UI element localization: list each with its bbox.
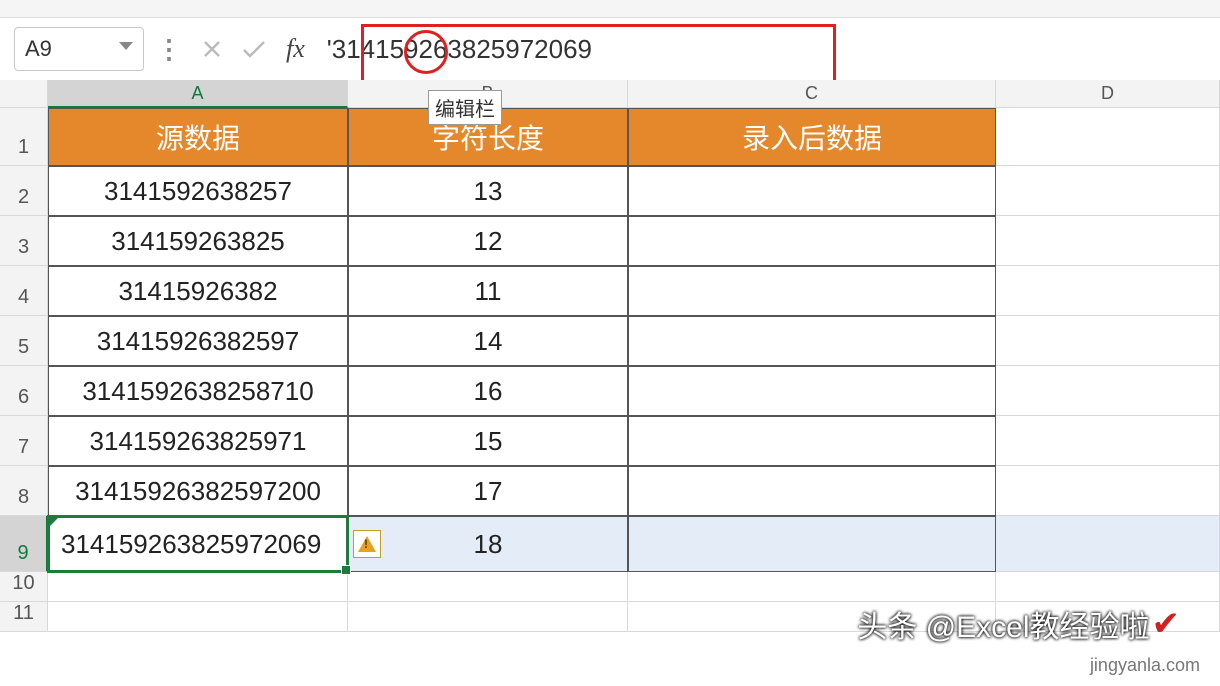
cell-value: 314159263825972069 bbox=[61, 529, 321, 560]
cell[interactable]: 16 bbox=[348, 366, 628, 416]
cell[interactable] bbox=[996, 366, 1220, 416]
cell[interactable]: 11 bbox=[348, 266, 628, 316]
col-header-c[interactable]: C bbox=[628, 80, 996, 108]
cell[interactable] bbox=[48, 572, 348, 602]
cell[interactable]: 314159263825 bbox=[48, 216, 348, 266]
cell[interactable] bbox=[348, 572, 628, 602]
cell[interactable]: 17 bbox=[348, 466, 628, 516]
cell[interactable]: 3141592638258710 bbox=[48, 366, 348, 416]
cell[interactable] bbox=[628, 416, 996, 466]
cell[interactable] bbox=[996, 516, 1220, 572]
column-headers: A B C D bbox=[0, 80, 1220, 108]
cell[interactable]: 3141592638257 bbox=[48, 166, 348, 216]
cell[interactable] bbox=[996, 108, 1220, 166]
header-cell-a[interactable]: 源数据 bbox=[48, 108, 348, 166]
cell[interactable] bbox=[628, 466, 996, 516]
cell[interactable] bbox=[628, 216, 996, 266]
cell[interactable]: 13 bbox=[348, 166, 628, 216]
cell[interactable]: 15 bbox=[348, 416, 628, 466]
row-header[interactable]: 4 bbox=[0, 266, 48, 316]
name-box[interactable]: A9 bbox=[14, 27, 144, 71]
select-all-corner[interactable] bbox=[0, 80, 48, 108]
fx-icon[interactable]: fx bbox=[278, 34, 313, 64]
row-header[interactable]: 9 bbox=[0, 516, 48, 572]
warning-icon[interactable] bbox=[353, 530, 381, 558]
cell[interactable] bbox=[628, 166, 996, 216]
table-row: 1 源数据 字符长度 录入后数据 bbox=[0, 108, 1220, 166]
cancel-icon[interactable] bbox=[194, 31, 230, 67]
cell[interactable] bbox=[628, 266, 996, 316]
cell[interactable] bbox=[996, 316, 1220, 366]
cell[interactable] bbox=[996, 416, 1220, 466]
cell[interactable]: 31415926382 bbox=[48, 266, 348, 316]
table-row: 10 bbox=[0, 572, 1220, 602]
cell[interactable]: 18 bbox=[348, 516, 628, 572]
ribbon-stub bbox=[0, 0, 1220, 18]
header-cell-c[interactable]: 录入后数据 bbox=[628, 108, 996, 166]
formula-input[interactable]: '314159263825972069 bbox=[319, 30, 1206, 69]
cell[interactable] bbox=[996, 266, 1220, 316]
watermark-url: jingyanla.com bbox=[1090, 655, 1200, 676]
row-header[interactable]: 11 bbox=[0, 602, 48, 632]
cell[interactable]: 31415926382597200 bbox=[48, 466, 348, 516]
selected-cell[interactable]: 314159263825972069 bbox=[48, 516, 348, 572]
row-header[interactable]: 8 bbox=[0, 466, 48, 516]
watermark-text: 头条 @Excel教经验啦✔ bbox=[857, 602, 1180, 646]
cell[interactable] bbox=[996, 572, 1220, 602]
col-header-a[interactable]: A bbox=[48, 80, 348, 108]
cell[interactable] bbox=[996, 466, 1220, 516]
table-row: 9 314159263825972069 18 bbox=[0, 516, 1220, 572]
row-header[interactable]: 6 bbox=[0, 366, 48, 416]
tooltip: 编辑栏 bbox=[428, 90, 502, 125]
spreadsheet-grid[interactable]: A B C D 1 源数据 字符长度 录入后数据 2 3141592638257… bbox=[0, 80, 1220, 632]
table-row: 4 31415926382 11 bbox=[0, 266, 1220, 316]
row-header[interactable]: 3 bbox=[0, 216, 48, 266]
cell[interactable] bbox=[996, 166, 1220, 216]
formula-bar: A9 ⋮ fx '314159263825972069 bbox=[0, 18, 1220, 80]
row-header[interactable]: 2 bbox=[0, 166, 48, 216]
cell[interactable] bbox=[996, 216, 1220, 266]
cell[interactable] bbox=[348, 602, 628, 632]
col-header-d[interactable]: D bbox=[996, 80, 1220, 108]
table-row: 8 31415926382597200 17 bbox=[0, 466, 1220, 516]
cell[interactable] bbox=[48, 602, 348, 632]
table-row: 7 314159263825971 15 bbox=[0, 416, 1220, 466]
table-row: 5 31415926382597 14 bbox=[0, 316, 1220, 366]
cell[interactable]: 12 bbox=[348, 216, 628, 266]
cell[interactable] bbox=[628, 516, 996, 572]
cell[interactable] bbox=[628, 366, 996, 416]
row-header[interactable]: 5 bbox=[0, 316, 48, 366]
table-row: 6 3141592638258710 16 bbox=[0, 366, 1220, 416]
cell[interactable] bbox=[628, 316, 996, 366]
row-header[interactable]: 7 bbox=[0, 416, 48, 466]
row-header[interactable]: 10 bbox=[0, 572, 48, 602]
chevron-down-icon[interactable] bbox=[119, 42, 133, 56]
table-row: 3 314159263825 12 bbox=[0, 216, 1220, 266]
confirm-icon[interactable] bbox=[236, 31, 272, 67]
cell[interactable] bbox=[628, 572, 996, 602]
cell[interactable]: 31415926382597 bbox=[48, 316, 348, 366]
cell[interactable]: 314159263825971 bbox=[48, 416, 348, 466]
name-box-value: A9 bbox=[25, 36, 52, 62]
table-row: 2 3141592638257 13 bbox=[0, 166, 1220, 216]
row-header[interactable]: 1 bbox=[0, 108, 48, 166]
cell[interactable]: 14 bbox=[348, 316, 628, 366]
separator-icon: ⋮ bbox=[150, 34, 188, 65]
